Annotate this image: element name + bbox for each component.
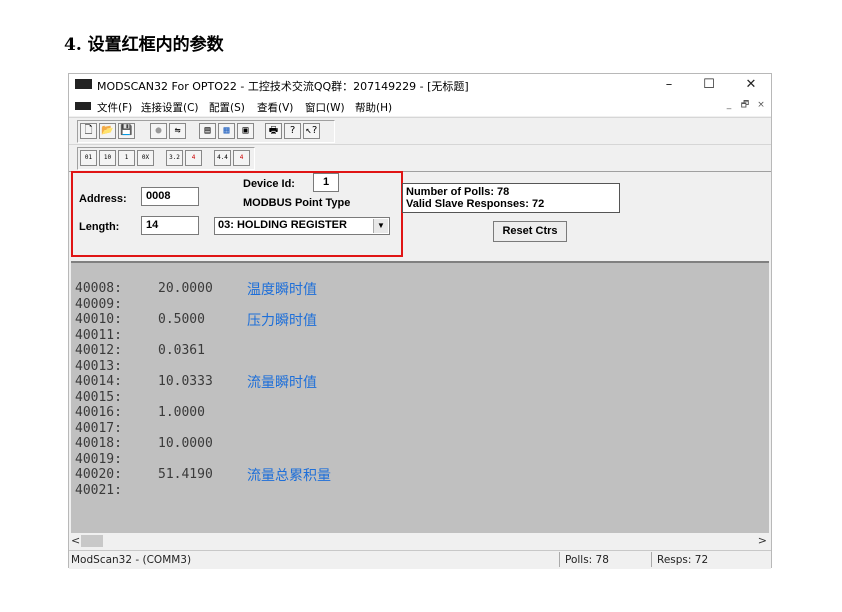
context-help-icon[interactable]: ↖? bbox=[303, 123, 320, 139]
horizontal-scrollbar[interactable]: < > bbox=[69, 533, 771, 549]
register-annotation: 压力瞬时值 bbox=[247, 313, 317, 329]
save-icon[interactable]: 💾 bbox=[118, 123, 135, 139]
reset-counters-button[interactable]: Reset Ctrs bbox=[493, 221, 567, 242]
menu-help[interactable]: 帮助(H) bbox=[355, 100, 392, 115]
register-address: 40018: bbox=[75, 436, 122, 451]
coil-status-icon[interactable]: 01 bbox=[80, 150, 97, 166]
disconnect-icon[interactable]: ⇋ bbox=[169, 123, 186, 139]
about-icon[interactable]: ? bbox=[284, 123, 301, 139]
register-address: 40010: bbox=[75, 312, 122, 327]
menu-view[interactable]: 查看(V) bbox=[257, 100, 293, 115]
register-value: 20.0000 bbox=[158, 281, 213, 296]
data-definition-icon[interactable]: ▤ bbox=[199, 123, 216, 139]
polls-count: Number of Polls: 78 bbox=[406, 186, 510, 198]
swapped-float-icon[interactable]: 4 bbox=[185, 150, 202, 166]
register-value: 51.4190 bbox=[158, 467, 213, 482]
close-button[interactable]: ✕ bbox=[731, 74, 771, 96]
window-title: MODSCAN32 For OPTO22 - 工控技术交流QQ群：2071492… bbox=[97, 80, 469, 93]
status-polls: Polls: 78 bbox=[565, 554, 609, 566]
document-icon[interactable] bbox=[75, 102, 91, 110]
register-address: 40017: bbox=[75, 420, 122, 436]
toolbar-group: 01 10 1 0X 3.2 4 4.4 4 bbox=[77, 147, 255, 170]
status-divider bbox=[559, 552, 560, 567]
input-register-icon[interactable]: 0X bbox=[137, 150, 154, 166]
poll-stats-box: Number of Polls: 78 Valid Slave Response… bbox=[402, 183, 620, 213]
swapped-double-icon[interactable]: 4 bbox=[233, 150, 250, 166]
modscan-window: MODSCAN32 For OPTO22 - 工控技术交流QQ群：2071492… bbox=[68, 73, 772, 569]
title-bar: MODSCAN32 For OPTO22 - 工控技术交流QQ群：2071492… bbox=[69, 74, 771, 96]
toolbar-group: 🗋 📂 💾 ● ⇋ ▤ ▦ ▣ 🖶 ? ↖? bbox=[77, 120, 335, 143]
register-address: 40013: bbox=[75, 358, 122, 374]
register-address: 40014: bbox=[75, 374, 122, 389]
scroll-right-icon[interactable]: > bbox=[758, 534, 767, 547]
input-status-icon[interactable]: 10 bbox=[99, 150, 116, 166]
minimize-button[interactable]: – bbox=[649, 74, 689, 96]
tile-window-icon[interactable]: ▣ bbox=[237, 123, 254, 139]
float-format-icon[interactable]: 3.2 bbox=[166, 150, 183, 166]
menu-bar: 文件(F) 连接设置(C) 配置(S) 查看(V) 窗口(W) 帮助(H) _ … bbox=[69, 96, 771, 116]
mdi-restore-button[interactable]: 🗗 bbox=[739, 99, 751, 111]
status-divider bbox=[651, 552, 652, 567]
register-address: 40021: bbox=[75, 482, 122, 498]
maximize-button[interactable]: ☐ bbox=[689, 74, 729, 96]
register-annotation: 温度瞬时值 bbox=[247, 282, 317, 298]
open-folder-icon[interactable]: 📂 bbox=[99, 123, 116, 139]
main-toolbar: 🗋 📂 💾 ● ⇋ ▤ ▦ ▣ 🖶 ? ↖? bbox=[69, 117, 771, 144]
register-value: 10.0000 bbox=[158, 436, 213, 451]
menu-file[interactable]: 文件(F) bbox=[97, 100, 132, 115]
register-address: 40011: bbox=[75, 327, 122, 343]
register-address: 40016: bbox=[75, 405, 122, 420]
register-address: 40019: bbox=[75, 451, 122, 467]
menu-setup[interactable]: 配置(S) bbox=[209, 100, 245, 115]
register-address: 40012: bbox=[75, 343, 122, 358]
register-address: 40015: bbox=[75, 389, 122, 405]
register-address: 40009: bbox=[75, 296, 122, 312]
new-file-icon[interactable]: 🗋 bbox=[80, 123, 97, 139]
register-value: 0.0361 bbox=[158, 343, 205, 358]
print-icon[interactable]: 🖶 bbox=[265, 123, 282, 139]
scroll-thumb[interactable] bbox=[81, 535, 103, 547]
double-format-icon[interactable]: 4.4 bbox=[214, 150, 231, 166]
register-annotation: 流量瞬时值 bbox=[247, 375, 317, 391]
status-resps: Resps: 72 bbox=[657, 554, 709, 566]
status-bar: ModScan32 - (COMM3) Polls: 78 Resps: 72 bbox=[69, 550, 771, 569]
connect-icon[interactable]: ● bbox=[150, 123, 167, 139]
function-toolbar: 01 10 1 0X 3.2 4 4.4 4 bbox=[69, 144, 771, 171]
menu-connection[interactable]: 连接设置(C) bbox=[141, 100, 199, 115]
scroll-left-icon[interactable]: < bbox=[71, 534, 80, 547]
status-connection: ModScan32 - (COMM3) bbox=[71, 554, 192, 566]
register-value: 10.0333 bbox=[158, 374, 213, 389]
menu-window[interactable]: 窗口(W) bbox=[305, 100, 345, 115]
responses-count: Valid Slave Responses: 72 bbox=[406, 198, 545, 210]
app-icon bbox=[75, 79, 92, 89]
page-heading: 4. 设置红框内的参数 bbox=[64, 35, 224, 55]
display-options-icon[interactable]: ▦ bbox=[218, 123, 235, 139]
mdi-close-button[interactable]: × bbox=[755, 99, 767, 111]
register-address: 40008: bbox=[75, 281, 122, 296]
register-data-area: 40008: 20.0000 温度瞬时值 40009: 40010: 0.5000 压力瞬时… bbox=[71, 261, 769, 533]
register-annotation: 流量总累积量 bbox=[247, 468, 331, 484]
highlight-box bbox=[71, 171, 403, 257]
holding-register-icon[interactable]: 1 bbox=[118, 150, 135, 166]
register-value: 1.0000 bbox=[158, 405, 205, 420]
mdi-minimize-button[interactable]: _ bbox=[723, 99, 735, 111]
register-value: 0.5000 bbox=[158, 312, 205, 327]
register-address: 40020: bbox=[75, 467, 122, 482]
